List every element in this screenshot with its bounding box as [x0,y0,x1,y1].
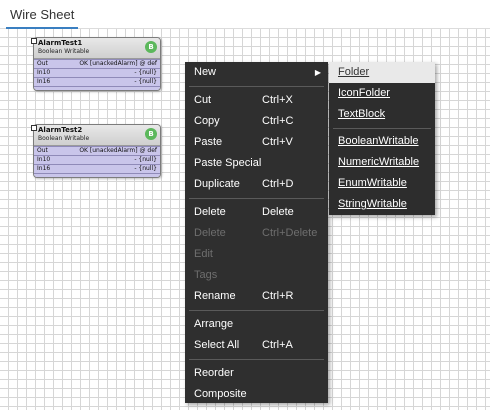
submenu-item-enum-writable[interactable]: EnumWritable [329,173,435,194]
slot-value: - {null} [134,165,157,172]
slot-name: In10 [37,69,51,76]
menu-separator [189,198,324,199]
submenu-item-boolean-writable[interactable]: BooleanWritable [329,131,435,152]
menu-separator [189,310,324,311]
menu-item-cut[interactable]: Cut Ctrl+X [185,90,328,111]
menu-item-label: Folder [338,66,370,78]
menu-item-label: New [194,66,217,78]
menu-item-label: StringWritable [338,198,407,210]
slot-value: OK [unackedAlarm] @ def [79,60,157,67]
slot-value: - {null} [134,78,157,85]
slot-value: - {null} [134,156,157,163]
slot-name: In16 [37,78,51,85]
menu-item-paste-special[interactable]: Paste Special [185,153,328,174]
node-title: AlarmTest1 [38,39,83,47]
node-type: Boolean Writable [38,48,90,55]
tab-bar: Wire Sheet [0,0,490,29]
menu-item-shortcut: Delete [262,206,294,218]
menu-item-label: Select All [194,339,240,351]
menu-item-label: Delete [194,206,226,218]
submenu-item-folder[interactable]: Folder [329,62,435,83]
slot-out[interactable]: Out OK [unackedAlarm] @ def [34,59,160,68]
node-type: Boolean Writable [38,135,90,142]
submenu-item-numeric-writable[interactable]: NumericWritable [329,152,435,173]
node-header[interactable]: AlarmTest1 Boolean Writable B [31,38,160,59]
menu-item-paste[interactable]: Paste Ctrl+V [185,132,328,153]
slot-name: In16 [37,165,51,172]
menu-item-label: EnumWritable [338,177,407,189]
menu-item-select-all[interactable]: Select All Ctrl+A [185,335,328,356]
slot-in10[interactable]: In10 - {null} [34,155,160,164]
menu-item-label: NumericWritable [338,156,420,168]
context-menu: New ▶ Cut Ctrl+X Copy Ctrl+C Paste Ctrl+… [185,62,328,403]
menu-item-label: Delete [194,227,226,239]
link-pin-icon[interactable] [31,38,37,44]
submenu-arrow-icon: ▶ [314,68,321,77]
menu-item-reorder[interactable]: Reorder [185,363,328,384]
submenu-item-icon-folder[interactable]: IconFolder [329,83,435,104]
slot-name: Out [37,60,48,67]
menu-item-label: BooleanWritable [338,135,419,147]
menu-item-label: Cut [194,94,212,106]
slot-in16[interactable]: In16 - {null} [34,164,160,173]
boolean-badge-icon: B [145,41,157,53]
node-footer [34,86,160,90]
menu-item-shortcut: Ctrl+A [262,339,293,351]
component-node-alarmtest1[interactable]: AlarmTest1 Boolean Writable B Out OK [un… [31,37,161,91]
boolean-badge-icon: B [145,128,157,140]
menu-separator [333,128,431,129]
menu-separator [189,86,324,87]
menu-item-label: Paste Special [194,157,262,169]
component-node-alarmtest2[interactable]: AlarmTest2 Boolean Writable B Out OK [un… [31,124,161,178]
menu-item-shortcut: Ctrl+V [262,136,293,148]
slot-in10[interactable]: In10 - {null} [34,68,160,77]
menu-item-duplicate[interactable]: Duplicate Ctrl+D [185,174,328,195]
slot-in16[interactable]: In16 - {null} [34,77,160,86]
menu-item-label: Rename [194,290,236,302]
menu-item-delete[interactable]: Delete Delete [185,202,328,223]
menu-item-delete-links: Delete Ctrl+Delete [185,223,328,244]
menu-item-label: Reorder [194,367,234,379]
menu-item-new[interactable]: New ▶ [185,62,328,83]
menu-item-label: Composite [194,388,247,400]
menu-item-label: Arrange [194,318,234,330]
menu-item-arrange[interactable]: Arrange [185,314,328,335]
slot-value: - {null} [134,69,157,76]
menu-item-shortcut: Ctrl+X [262,94,293,106]
menu-item-label: TextBlock [338,108,386,120]
menu-item-label: Paste [194,136,223,148]
tab-wire-sheet[interactable]: Wire Sheet [6,4,79,29]
menu-separator [189,359,324,360]
menu-item-label: Edit [194,248,213,260]
menu-item-shortcut: Ctrl+R [262,290,294,302]
node-header[interactable]: AlarmTest2 Boolean Writable B [31,125,160,146]
menu-item-tags: Tags [185,265,328,286]
submenu-item-text-block[interactable]: TextBlock [329,104,435,125]
slot-name: In10 [37,156,51,163]
menu-item-label: Duplicate [194,178,240,190]
menu-item-composite[interactable]: Composite [185,384,328,405]
slot-out[interactable]: Out OK [unackedAlarm] @ def [34,146,160,155]
menu-item-label: Tags [194,269,218,281]
menu-item-shortcut: Ctrl+C [262,115,294,127]
node-footer [34,173,160,177]
new-submenu: Folder IconFolder TextBlock BooleanWrita… [329,62,435,215]
link-pin-icon[interactable] [31,125,37,131]
menu-item-rename[interactable]: Rename Ctrl+R [185,286,328,307]
slot-value: OK [unackedAlarm] @ def [79,147,157,154]
menu-item-label: IconFolder [338,87,390,99]
menu-item-label: Copy [194,115,220,127]
menu-item-shortcut: Ctrl+D [262,178,294,190]
menu-item-copy[interactable]: Copy Ctrl+C [185,111,328,132]
node-title: AlarmTest2 [38,126,83,134]
submenu-item-string-writable[interactable]: StringWritable [329,194,435,215]
menu-item-shortcut: Ctrl+Delete [262,227,318,239]
slot-name: Out [37,147,48,154]
menu-item-edit: Edit [185,244,328,265]
